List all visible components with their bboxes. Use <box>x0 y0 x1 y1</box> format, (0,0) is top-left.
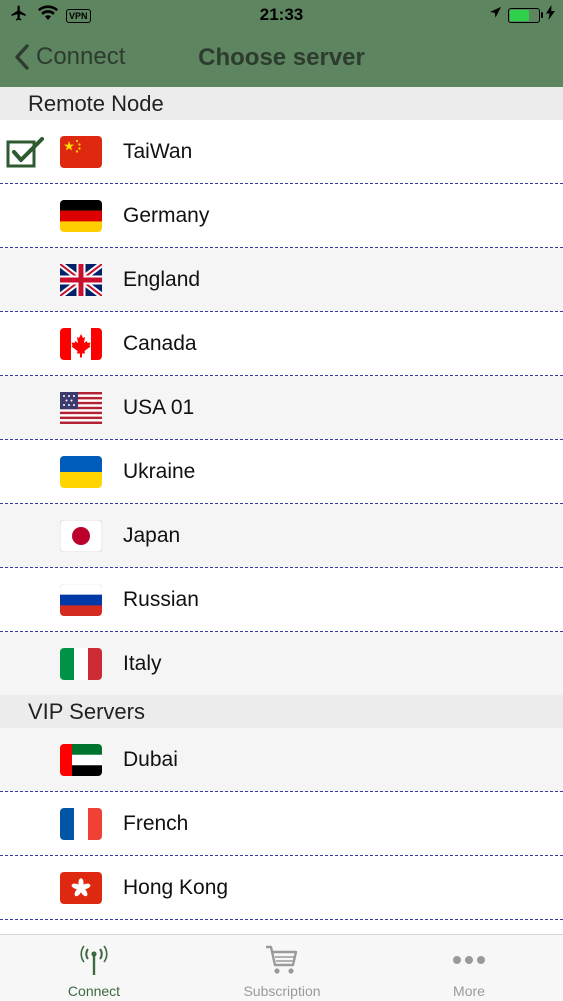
canada-flag-icon <box>60 328 102 365</box>
server-row-french[interactable]: French <box>0 792 563 856</box>
japan-flag-icon <box>59 519 103 557</box>
cart-icon <box>188 943 376 977</box>
server-name: Japan <box>123 524 181 547</box>
server-name: Canada <box>123 332 197 355</box>
server-row-taiwan[interactable]: TaiWan <box>0 120 563 184</box>
server-row-germany[interactable]: Germany <box>0 184 563 248</box>
usa-flag-icon <box>60 392 102 429</box>
server-name: Germany <box>123 204 210 227</box>
battery-icon <box>508 7 543 23</box>
server-name: Russian <box>123 588 199 611</box>
uae-flag-icon <box>60 744 102 781</box>
hongkong-flag-icon <box>60 872 102 909</box>
server-row-russian[interactable]: Russian <box>0 568 563 632</box>
server-row-canada[interactable]: Canada <box>0 312 563 376</box>
server-row-usa-01[interactable]: USA 01 <box>0 376 563 440</box>
server-row-japan[interactable]: Japan <box>0 504 563 568</box>
status-bar: VPN 21:33 <box>0 0 563 28</box>
section-header-remote-node: Remote Node <box>0 87 563 120</box>
server-row-italy[interactable]: Italy <box>0 632 563 696</box>
section-header-vip-servers: VIP Servers <box>0 695 563 728</box>
navigation-bar: Connect Choose server <box>0 28 563 87</box>
antenna-icon <box>0 943 188 977</box>
server-name: French <box>123 812 189 835</box>
status-time: 21:33 <box>259 5 304 24</box>
server-name: Italy <box>123 652 162 675</box>
server-name: England <box>123 268 201 291</box>
server-name: Ukraine <box>123 460 196 483</box>
france-flag-icon <box>60 808 102 845</box>
germany-flag-icon <box>60 200 102 237</box>
ukraine-flag-icon <box>60 456 102 493</box>
server-row-hong-kong[interactable]: Hong Kong <box>0 856 563 920</box>
server-row-ukraine[interactable]: Ukraine <box>0 440 563 504</box>
checkmark-icon <box>6 136 46 173</box>
page-title: Choose server <box>198 44 365 71</box>
server-row-dubai[interactable]: Dubai <box>0 728 563 792</box>
italy-flag-icon <box>60 648 102 685</box>
location-arrow-icon <box>489 6 502 24</box>
tab-connect[interactable]: Connect <box>0 935 188 1001</box>
uk-flag-icon <box>58 261 104 301</box>
tab-bar: Connect Subscription More <box>0 934 563 1001</box>
server-name: Dubai <box>123 748 178 771</box>
tab-label: Subscription <box>243 983 321 999</box>
server-name: TaiWan <box>123 140 193 163</box>
tab-label: More <box>453 983 485 999</box>
more-dots-icon <box>375 943 563 977</box>
tab-subscription[interactable]: Subscription <box>188 935 376 1001</box>
server-name: Hong Kong <box>123 876 229 899</box>
status-right <box>489 5 555 25</box>
server-name: USA 01 <box>123 396 195 419</box>
tab-label: Connect <box>67 983 121 999</box>
charging-bolt-icon <box>546 5 555 25</box>
tab-more[interactable]: More <box>375 935 563 1001</box>
russia-flag-icon <box>59 583 103 621</box>
china-flag-icon <box>60 136 102 173</box>
server-row-england[interactable]: England <box>0 248 563 312</box>
